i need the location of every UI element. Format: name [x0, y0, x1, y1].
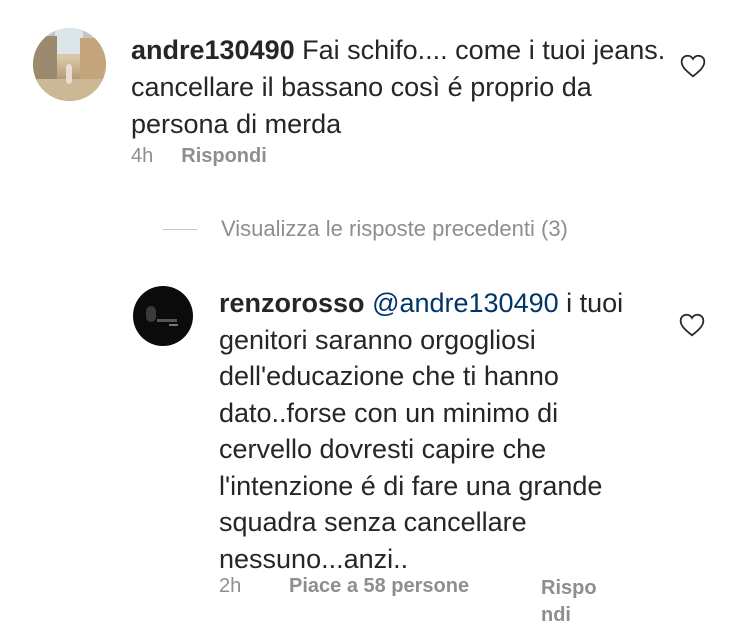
- reply-username[interactable]: renzorosso: [219, 288, 365, 318]
- avatar[interactable]: [133, 286, 193, 346]
- avatar[interactable]: [33, 28, 106, 101]
- reply-body: i tuoi genitori saranno orgogliosi dell'…: [219, 288, 624, 574]
- likes-count[interactable]: Piace a 58 persone: [289, 575, 469, 598]
- view-previous-replies-label: Visualizza le risposte precedenti (3): [221, 216, 568, 241]
- comment-meta: 4h Rispondi: [131, 145, 267, 168]
- comments-thread: andre130490 Fai schifo.... come i tuoi j…: [0, 0, 750, 629]
- reply-text: renzorosso @andre130490 i tuoi genitori …: [219, 285, 649, 577]
- reply-button[interactable]: Rispondi: [181, 145, 267, 168]
- reply-button-label-line2: ndi: [541, 604, 571, 626]
- reply-mention[interactable]: @andre130490: [372, 288, 559, 318]
- reply-button-label-line1: Rispo: [541, 577, 597, 599]
- comment-time: 4h: [131, 145, 154, 167]
- view-previous-replies[interactable]: Visualizza le risposte precedenti (3): [163, 216, 568, 242]
- reply-button[interactable]: Rispo ndi: [541, 575, 611, 629]
- reply-time: 2h: [219, 575, 242, 597]
- comment-text: andre130490 Fai schifo.... come i tuoi j…: [131, 32, 671, 143]
- heart-icon[interactable]: [680, 54, 706, 78]
- divider-line: [163, 228, 197, 230]
- heart-icon[interactable]: [679, 313, 705, 337]
- comment-username[interactable]: andre130490: [131, 35, 295, 65]
